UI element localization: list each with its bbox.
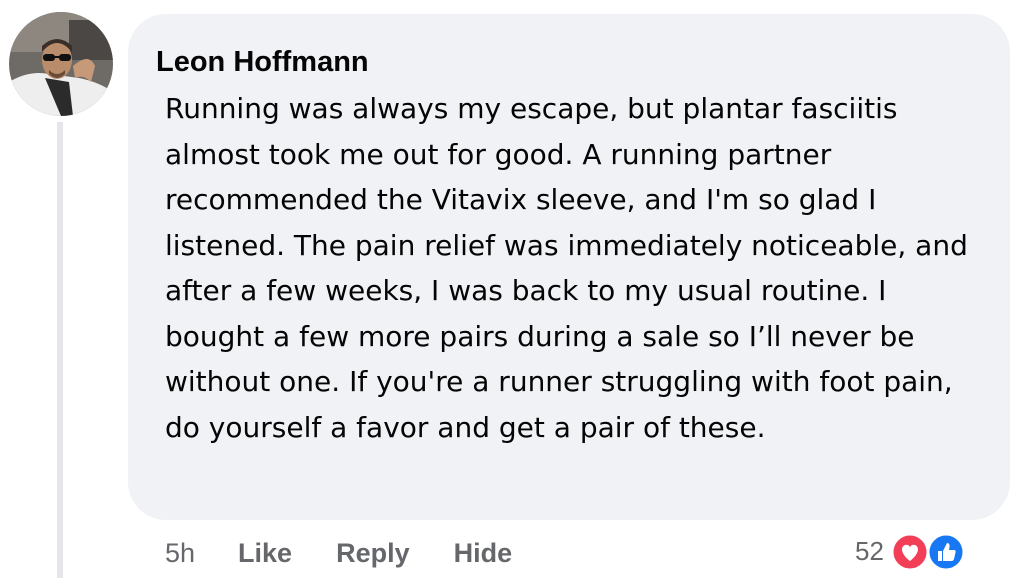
profile-photo <box>9 12 113 116</box>
reply-button[interactable]: Reply <box>336 538 410 569</box>
reaction-count: 52 <box>855 535 884 566</box>
comment-actions: 5h Like Reply Hide <box>165 533 556 573</box>
hide-button[interactable]: Hide <box>454 538 513 569</box>
comment-text: Running was always my escape, but planta… <box>165 92 968 444</box>
reaction-summary[interactable]: 52 <box>855 528 968 574</box>
comment-bubble: Leon Hoffmann Running was always my esca… <box>128 14 1010 520</box>
comment-author[interactable]: Leon Hoffmann <box>156 44 982 80</box>
avatar[interactable] <box>9 12 113 116</box>
comment-timestamp[interactable]: 5h <box>165 538 195 569</box>
like-icon <box>926 532 966 572</box>
like-button[interactable]: Like <box>238 538 292 569</box>
love-icon <box>890 532 930 572</box>
thread-connector-line <box>57 122 63 578</box>
